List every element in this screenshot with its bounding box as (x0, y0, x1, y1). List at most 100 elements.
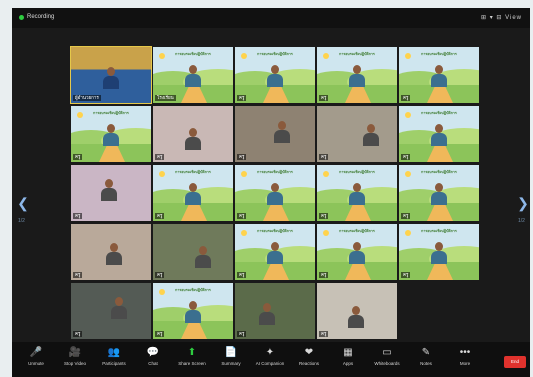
participant-tile[interactable]: การอบรมเชิงปฏิบัติการ โรงเรียน (153, 47, 233, 103)
participant-avatar (195, 246, 211, 268)
microphone-icon: 🎤 (29, 347, 43, 358)
control-label: Participants (102, 361, 126, 366)
participant-tile[interactable]: การอบรมเชิงปฏิบัติการ ครู (153, 165, 233, 221)
banner-text: การอบรมเชิงปฏิบัติการ (175, 288, 211, 292)
chat-icon: 💬 (146, 347, 160, 358)
chat-button[interactable]: 💬 Chat (133, 346, 173, 374)
participant-name: ครู (401, 213, 411, 219)
reactions-button[interactable]: ❤ Reactions (289, 346, 329, 374)
participant-name: ครู (319, 213, 329, 219)
whiteboard-icon: ▭ (382, 347, 392, 358)
end-meeting-button[interactable]: End (504, 356, 526, 368)
control-label: Stop Video (64, 361, 86, 366)
participant-tile[interactable]: ครู (235, 106, 315, 162)
previous-page-arrow-icon[interactable]: ❮ (16, 188, 30, 218)
control-label: Notes (420, 361, 432, 366)
participant-tile[interactable]: การอบรมเชิงปฏิบัติการ ครู (399, 224, 479, 280)
banner-text: การอบรมเชิงปฏิบัติการ (257, 170, 293, 174)
participant-tile[interactable]: การอบรมเชิงปฏิบัติการ ครู (399, 47, 479, 103)
control-label: More (459, 361, 471, 366)
page-indicator-left: 1/2 (18, 218, 25, 224)
participant-avatar (349, 242, 365, 264)
more-button[interactable]: ••• More (445, 346, 485, 374)
participant-tile[interactable]: การอบรมเชิงปฏิบัติการ ครู (235, 47, 315, 103)
participant-tile[interactable]: การอบรมเชิงปฏิบัติการ ครู (399, 165, 479, 221)
participant-avatar (185, 128, 201, 150)
participant-name: ผู้อำนวยการ (73, 95, 101, 101)
banner-text: การอบรมเชิงปฏิบัติการ (257, 229, 293, 233)
participant-name: ครู (155, 213, 165, 219)
participant-tile[interactable]: การอบรมเชิงปฏิบัติการครู (235, 224, 315, 280)
participant-tile[interactable]: ผู้อำนวยการ (70, 46, 152, 104)
participant-name: ครู (319, 331, 329, 337)
share-screen-button[interactable]: ⬆ Share Screen (172, 346, 212, 374)
participant-name: ครู (155, 331, 165, 337)
participant-avatar (274, 121, 290, 143)
summary-icon: 📄 (224, 347, 238, 358)
participant-avatar (431, 124, 447, 146)
participant-tile[interactable]: ครู (153, 224, 233, 280)
next-page-arrow-icon[interactable]: ❯ (516, 188, 530, 218)
participant-name: ครู (73, 154, 83, 160)
participant-avatar (185, 65, 201, 87)
control-label: AI Companion (255, 361, 285, 366)
camera-video (317, 106, 397, 162)
banner-text: การอบรมเชิงปฏิบัติการ (175, 52, 211, 56)
banner-text: การอบรมเชิงปฏิบัติการ (93, 111, 129, 115)
banner-text: การอบรมเชิงปฏิบัติการ (339, 229, 375, 233)
reactions-icon: ❤ (304, 347, 314, 358)
meeting-controls-bar: 🎤 Unmute 🎥 Stop Video 👥 Participants 💬 Chat ⬆ Sha… (12, 342, 530, 377)
participant-avatar (267, 242, 283, 264)
participant-avatar (185, 183, 201, 205)
participant-name: ครู (319, 272, 329, 278)
participant-tile[interactable]: การอบรมเชิงปฏิบัติการครู (317, 224, 397, 280)
apps-button[interactable]: ▦ Apps (328, 346, 368, 374)
participant-tile[interactable]: การอบรมเชิงปฏิบัติการครู (235, 165, 315, 221)
participant-name: ครู (155, 272, 165, 278)
ai-companion-icon: ✦ (265, 347, 275, 358)
unmute-button[interactable]: 🎤 Unmute (16, 346, 56, 374)
page-indicator-right: 1/2 (518, 218, 525, 224)
participants-button[interactable]: 👥 Participants (94, 346, 134, 374)
participant-avatar (103, 67, 119, 89)
participant-tile[interactable]: ครู (71, 224, 151, 280)
participant-name: ครู (319, 154, 329, 160)
share-screen-icon: ⬆ (187, 347, 197, 358)
banner-text: การอบรมเชิงปฏิบัติการ (257, 52, 293, 56)
ai-companion-button[interactable]: ✦ AI Companion (250, 346, 290, 374)
camera-video (153, 224, 233, 280)
participant-name: ครู (237, 213, 247, 219)
zoom-meeting-window: Recording ⊞ ▾ ⊟ View ผู้อำนวยการ การอบรมเ… (12, 8, 530, 377)
notes-icon: ✎ (421, 347, 431, 358)
participant-name: ครู (401, 95, 411, 101)
participant-tile[interactable]: ครู (235, 283, 315, 339)
participant-name: ครู (401, 154, 411, 160)
participant-tile[interactable]: ครู (317, 106, 397, 162)
participant-tile[interactable]: การอบรมเชิงปฏิบัติการครู (399, 106, 479, 162)
banner-text: การอบรมเชิงปฏิบัติการ (339, 170, 375, 174)
participant-avatar (185, 301, 201, 323)
participant-avatar (103, 124, 119, 146)
participant-tile[interactable]: การอบรมเชิงปฏิบัติการครู (71, 106, 151, 162)
participant-tile[interactable]: ครู (153, 106, 233, 162)
video-camera-icon: 🎥 (68, 347, 82, 358)
whiteboards-button[interactable]: ▭ Whiteboards (367, 346, 407, 374)
participant-tile[interactable]: การอบรมเชิงปฏิบัติการครู (153, 283, 233, 339)
apps-icon: ▦ (343, 347, 353, 358)
control-label: Summary (221, 361, 241, 366)
participant-name: ครู (401, 272, 411, 278)
participant-name: ครู (237, 272, 247, 278)
participant-tile[interactable]: การอบรมเชิงปฏิบัติการ ครู (317, 47, 397, 103)
control-label: Share Screen (178, 361, 206, 366)
summary-button[interactable]: 📄 Summary (211, 346, 251, 374)
participant-name: ครู (73, 213, 83, 219)
notes-button[interactable]: ✎ Notes (406, 346, 446, 374)
participant-avatar (267, 65, 283, 87)
participant-tile[interactable]: ครู (71, 165, 151, 221)
control-label: Chat (148, 361, 158, 366)
banner-text: การอบรมเชิงปฏิบัติการ (421, 111, 457, 115)
stop-video-button[interactable]: 🎥 Stop Video (55, 346, 95, 374)
participant-tile[interactable]: ครู (317, 283, 397, 339)
participant-tile[interactable]: ครู (71, 283, 151, 339)
participant-tile[interactable]: การอบรมเชิงปฏิบัติการครู (317, 165, 397, 221)
